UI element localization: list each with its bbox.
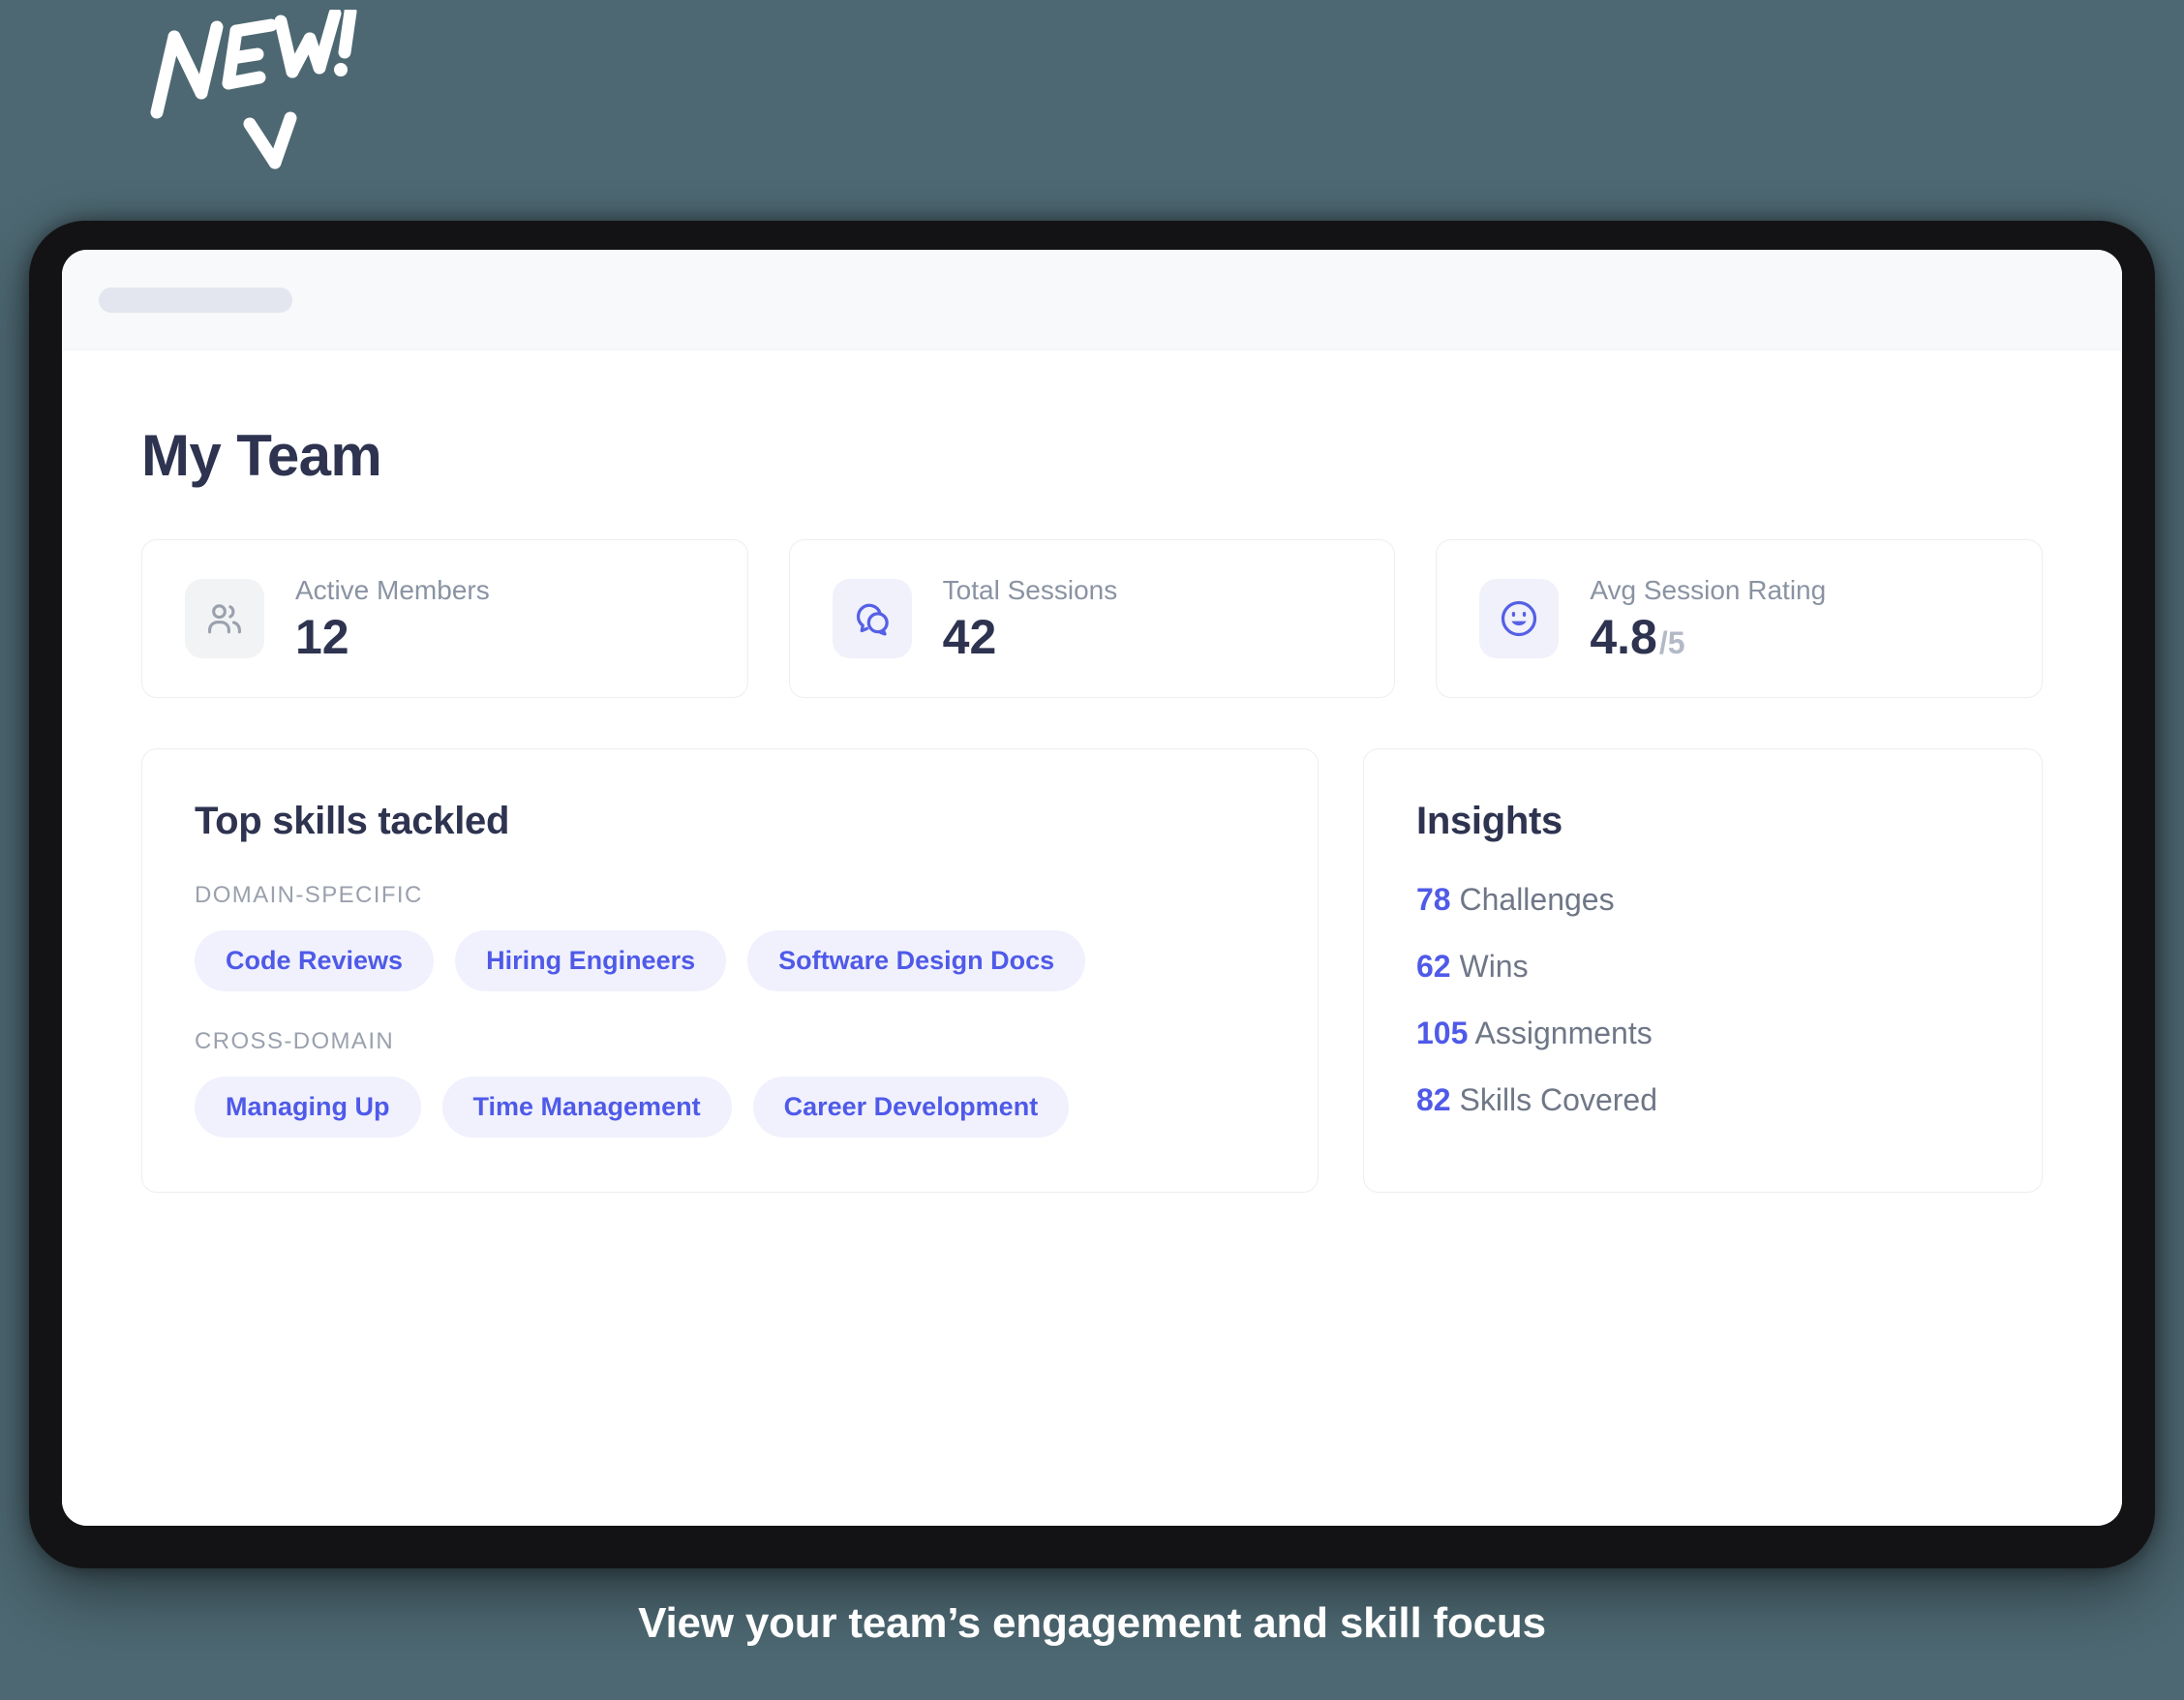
stat-label: Active Members: [295, 574, 490, 605]
stat-card-avg-session-rating: Avg Session Rating 4.8 /5: [1436, 539, 2044, 698]
insight-number: 105: [1416, 1016, 1469, 1050]
panel-title: Top skills tackled: [195, 800, 510, 842]
stat-card-total-sessions: Total Sessions 42: [788, 539, 1396, 698]
stat-card-active-members: Active Members 12: [141, 539, 748, 698]
stat-text: Avg Session Rating 4.8 /5: [1590, 575, 1826, 663]
skill-pill[interactable]: Software Design Docs: [747, 930, 1086, 991]
stat-suffix: /5: [1658, 624, 1685, 660]
stat-number: 12: [295, 609, 349, 664]
address-bar[interactable]: [99, 287, 292, 313]
insight-row: 78 Challenges: [1416, 882, 1989, 918]
insight-number: 82: [1416, 1082, 1451, 1117]
skill-pill-row-cross: Managing Up Time Management Career Devel…: [195, 1077, 1265, 1138]
insight-number: 62: [1416, 949, 1451, 984]
insight-row: 105 Assignments: [1416, 1016, 1989, 1051]
stat-value: 42: [943, 612, 1118, 663]
skill-pill[interactable]: Managing Up: [195, 1077, 421, 1138]
page-title: My Team: [141, 423, 382, 488]
skill-pill[interactable]: Career Development: [752, 1077, 1070, 1138]
caption-text: View your team’s engagement and skill fo…: [638, 1599, 1546, 1647]
skill-pill[interactable]: Time Management: [441, 1077, 732, 1138]
smiley-face-icon: [1479, 579, 1560, 658]
stat-text: Total Sessions 42: [943, 575, 1118, 663]
device-mockup: My Team Active Members 12 Total Sessions…: [29, 221, 2155, 1568]
skill-pill-row-domain: Code Reviews Hiring Engineers Software D…: [195, 930, 1265, 991]
device-frame: My Team Active Members 12 Total Sessions…: [29, 221, 2155, 1568]
stat-number: 42: [942, 609, 997, 664]
stat-label: Total Sessions: [942, 574, 1118, 605]
panel-title: Insights: [1416, 800, 1562, 842]
insight-label: Challenges: [1459, 882, 1615, 917]
insights-list: 78 Challenges 62 Wins 105 Assignments 82…: [1416, 882, 1989, 1118]
browser-toolbar: [62, 250, 2122, 350]
app-content: My Team Active Members 12 Total Sessions…: [62, 350, 2122, 1526]
skill-group-label-cross: Cross-domain: [195, 1028, 395, 1054]
new-sticker: [136, 5, 387, 184]
stat-value: 12: [295, 612, 490, 663]
device-screen: My Team Active Members 12 Total Sessions…: [62, 250, 2122, 1526]
insight-row: 82 Skills Covered: [1416, 1082, 1989, 1118]
insight-row: 62 Wins: [1416, 949, 1989, 985]
top-skills-panel: Top skills tackled Domain-specific Code …: [141, 748, 1319, 1193]
stat-value: 4.8 /5: [1590, 612, 1826, 663]
stat-number: 4.8: [1590, 609, 1657, 664]
stat-cards-row: Active Members 12 Total Sessions 42 Avg …: [141, 539, 2044, 698]
users-icon: [185, 579, 264, 658]
insight-label: Wins: [1459, 949, 1529, 984]
insight-number: 78: [1416, 882, 1451, 917]
stat-text: Active Members 12: [295, 575, 490, 663]
insights-panel: Insights 78 Challenges 62 Wins 105 Assig…: [1363, 748, 2043, 1193]
skill-pill[interactable]: Code Reviews: [195, 930, 435, 991]
insight-label: Assignments: [1474, 1016, 1653, 1050]
insight-label: Skills Covered: [1459, 1082, 1657, 1117]
new-sticker-icon: [150, 5, 357, 169]
skill-pill[interactable]: Hiring Engineers: [455, 930, 727, 991]
chat-bubbles-icon: [832, 579, 912, 658]
stat-label: Avg Session Rating: [1590, 574, 1827, 605]
panels-row: Top skills tackled Domain-specific Code …: [141, 748, 2043, 1193]
skill-group-label-domain: Domain-specific: [195, 882, 423, 908]
